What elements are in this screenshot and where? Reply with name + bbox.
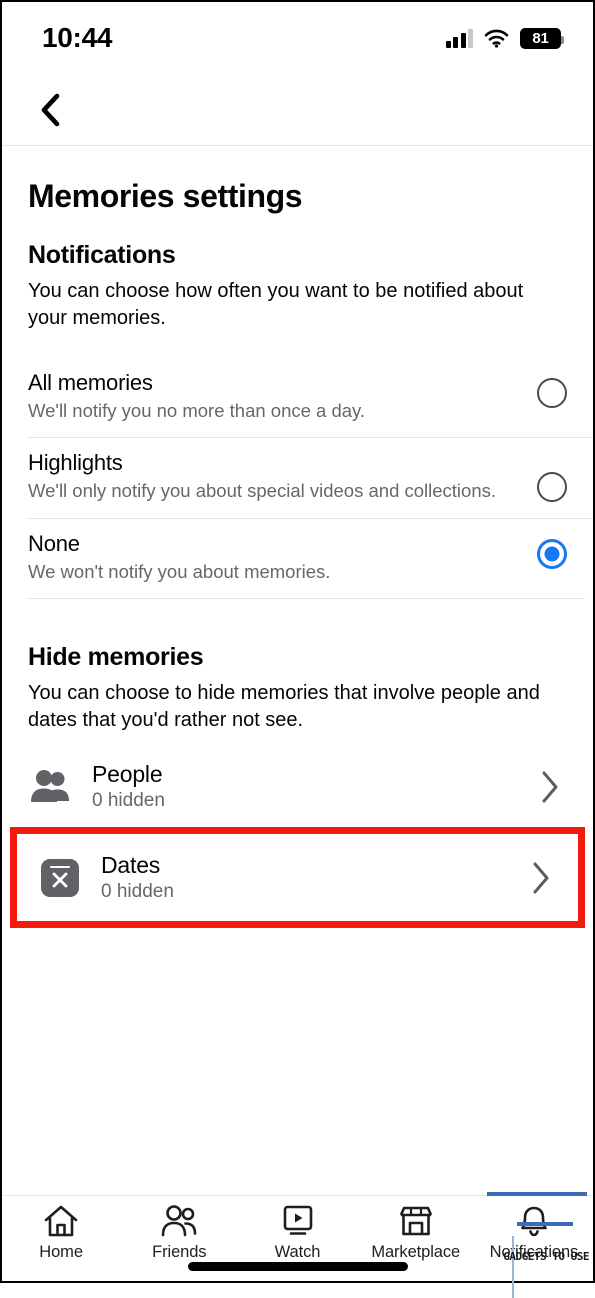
- people-icon: [28, 764, 74, 810]
- home-icon: [44, 1205, 78, 1237]
- notification-options-list: All memories We'll notify you no more th…: [2, 358, 593, 600]
- status-time: 10:44: [42, 22, 113, 53]
- tab-home[interactable]: Home: [2, 1204, 120, 1262]
- calendar-x-icon: [37, 855, 83, 901]
- notifications-description: You can choose how often you want to be …: [28, 280, 524, 329]
- notifications-heading: Notifications: [28, 241, 176, 269]
- tab-marketplace[interactable]: Marketplace: [357, 1204, 475, 1262]
- blue-marker-line-vertical: [512, 1236, 514, 1298]
- option-title: None: [28, 530, 80, 556]
- notifications-section: Notifications You can choose how often y…: [2, 215, 593, 600]
- list-divider: [27, 598, 585, 600]
- option-title: Highlights: [28, 450, 123, 476]
- tab-label: Watch: [274, 1243, 321, 1261]
- tab-friends[interactable]: Friends: [120, 1204, 238, 1262]
- option-none[interactable]: None We won't notify you about memories.: [2, 519, 593, 598]
- top-navigation-bar: [2, 74, 593, 146]
- chevron-right-icon: [533, 770, 567, 804]
- tab-label: Home: [39, 1243, 83, 1261]
- radio-none[interactable]: [537, 538, 567, 569]
- settings-content: Memories settings Notifications You can …: [2, 146, 593, 1195]
- blue-marker-line-mid: [517, 1222, 573, 1226]
- marketplace-storefront-icon: [399, 1206, 432, 1236]
- option-subtitle: We won't notify you about memories.: [28, 560, 331, 582]
- tab-label: Friends: [152, 1243, 207, 1261]
- hide-memories-heading: Hide memories: [28, 643, 204, 672]
- tab-label: Marketplace: [371, 1243, 461, 1261]
- watch-play-icon: [283, 1205, 312, 1235]
- hide-memories-row-people[interactable]: People 0 hidden: [2, 746, 593, 827]
- option-subtitle: We'll notify you no more than once a day…: [28, 400, 366, 421]
- row-subtitle: 0 hidden: [92, 790, 165, 812]
- home-indicator[interactable]: [187, 1262, 408, 1271]
- hide-memories-row-dates[interactable]: Dates 0 hidden: [10, 827, 585, 929]
- wifi-icon: [484, 29, 509, 48]
- tab-watch[interactable]: Watch: [238, 1204, 356, 1262]
- bell-icon: [521, 1206, 547, 1237]
- hide-memories-description: You can choose to hide memories that inv…: [28, 682, 540, 732]
- status-bar: 10:44 81: [2, 2, 593, 74]
- battery-level: 81: [532, 29, 549, 47]
- option-all-memories[interactable]: All memories We'll notify you no more th…: [2, 358, 593, 437]
- bottom-tab-bar: Home Friends Watch Marketplace Notificat…: [2, 1192, 593, 1298]
- blue-marker-line-top: [487, 1192, 587, 1196]
- option-title: All memories: [28, 370, 153, 395]
- row-title: Dates: [101, 852, 161, 879]
- status-indicators: 81: [445, 27, 564, 49]
- friends-icon: [161, 1205, 197, 1237]
- phone-screen: 10:44 81 Memories settings Notifications…: [2, 2, 593, 1298]
- battery-icon: 81: [520, 27, 564, 49]
- row-subtitle: 0 hidden: [101, 881, 174, 903]
- dates-row-highlight: Dates 0 hidden: [10, 827, 585, 929]
- back-button[interactable]: [28, 88, 72, 132]
- hide-memories-section: Hide memories You can choose to hide mem…: [2, 617, 593, 929]
- back-chevron-icon: [41, 93, 60, 126]
- chevron-right-icon: [524, 861, 558, 895]
- watermark: GADGETS TO USE: [503, 1250, 589, 1263]
- page-title: Memories settings: [28, 178, 303, 214]
- radio-highlights[interactable]: [537, 472, 567, 503]
- cellular-signal-icon: [445, 28, 473, 48]
- row-title: People: [92, 761, 163, 788]
- option-subtitle: We'll only notify you about special vide…: [28, 480, 497, 502]
- option-highlights[interactable]: Highlights We'll only notify you about s…: [2, 438, 593, 517]
- radio-all-memories[interactable]: [537, 378, 567, 408]
